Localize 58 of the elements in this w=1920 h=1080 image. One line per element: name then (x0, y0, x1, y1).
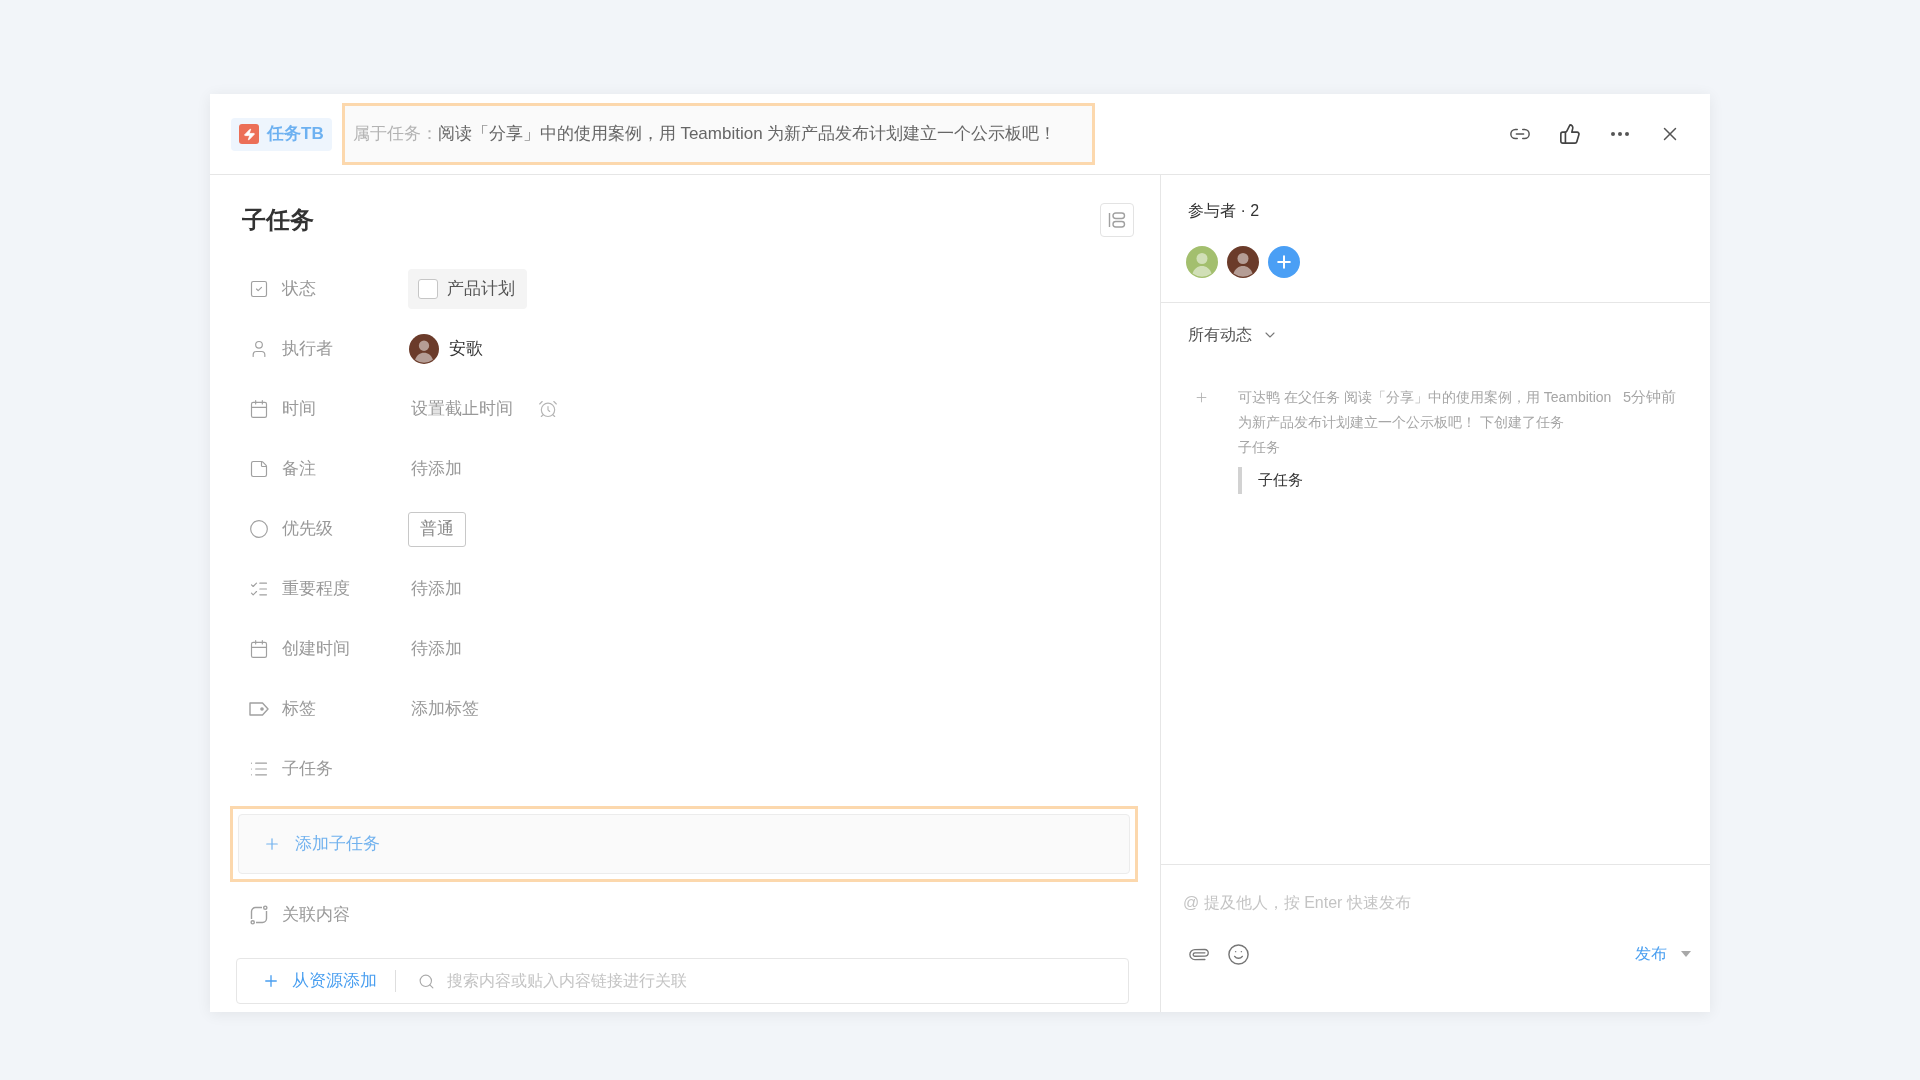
activity-task-name: 子任务 (1238, 438, 1280, 457)
priority-button[interactable]: 普通 (408, 511, 466, 547)
empty-field-hint[interactable]: 添加标签 (408, 696, 479, 722)
field-label: 关联内容 (282, 904, 350, 927)
caret-down-icon[interactable] (1681, 951, 1691, 957)
more-icon (1611, 132, 1629, 136)
participants-title: 参与者 · 2 (1188, 201, 1260, 221)
field-label: 子任务 (282, 759, 333, 779)
connection-icon (249, 905, 269, 925)
related-content-field[interactable]: 从资源添加 搜索内容或贴入内容链接进行关联 (236, 958, 1129, 1004)
plus-icon (1194, 390, 1209, 405)
empty-field-hint[interactable]: 待添加 (408, 576, 462, 602)
task-title: 子任务 (242, 205, 314, 235)
search-icon (418, 972, 435, 990)
add-participant-button[interactable] (1268, 246, 1300, 278)
circle-icon (249, 519, 269, 539)
note-icon (249, 459, 269, 479)
tag-icon (249, 702, 269, 716)
assignee-name[interactable]: 安歌 (449, 336, 483, 362)
field-label: 执行者 (282, 339, 333, 359)
layout-toggle-button[interactable] (1100, 203, 1134, 237)
plus-icon (1274, 252, 1294, 272)
calendar-icon (249, 399, 269, 419)
plus-icon (262, 972, 280, 990)
field-label: 创建时间 (282, 639, 350, 659)
user-avatar (409, 334, 439, 364)
publish-button[interactable]: 发布 (1635, 942, 1667, 966)
emoji-button[interactable] (1226, 942, 1250, 966)
plus-icon (263, 835, 281, 853)
activity-time: 5分钟前 (1622, 388, 1676, 407)
thumbs-up-icon (1559, 123, 1581, 145)
field-label: 时间 (282, 399, 316, 419)
lightning-icon (239, 124, 259, 144)
smiley-icon (1226, 942, 1250, 966)
field-label: 标签 (282, 699, 316, 719)
field-label: 优先级 (282, 519, 333, 539)
add-subtask-button[interactable]: 添加子任务 (238, 814, 1130, 874)
calendar-icon (249, 639, 269, 659)
comment-input[interactable]: @ 提及他人，按 Enter 快速发布 (1183, 889, 1688, 917)
parent-task-prefix: 属于任务： (352, 123, 438, 146)
bars-icon (1108, 212, 1126, 228)
activity-text: 可达鸭 在父任务 阅读「分享」中的使用案例，用 Teambition 为新产品发布计划建立一个公示板吧！ 下创建了任务 (1238, 388, 1612, 432)
square-check-icon (249, 279, 269, 299)
search-field[interactable]: 搜索内容或贴入内容链接进行关联 (447, 966, 1112, 996)
empty-field-hint[interactable]: 设置截止时间 (408, 396, 513, 422)
field-label: 重要程度 (282, 579, 350, 599)
task-type-label: 任务TB (267, 123, 324, 146)
status-chip[interactable]: 产品计划 (408, 269, 527, 309)
quoted-task[interactable]: 子任务 (1238, 467, 1676, 494)
empty-field-hint[interactable]: 待添加 (408, 456, 462, 482)
empty-field-hint[interactable]: 待添加 (408, 636, 462, 662)
activity-filter[interactable]: 所有动态 (1188, 323, 1278, 347)
task-type-badge[interactable]: 任务TB (231, 117, 332, 151)
field-label: 状态 (282, 279, 316, 299)
add-from-source-button[interactable]: 从资源添加 (262, 968, 377, 994)
parent-task-link[interactable]: 阅读「分享」中的使用案例，用 Teambition 为新产品发布计划建立一个公示板吧！ (437, 121, 1057, 147)
field-label: 备注 (282, 459, 316, 479)
checkbox[interactable] (418, 279, 438, 299)
